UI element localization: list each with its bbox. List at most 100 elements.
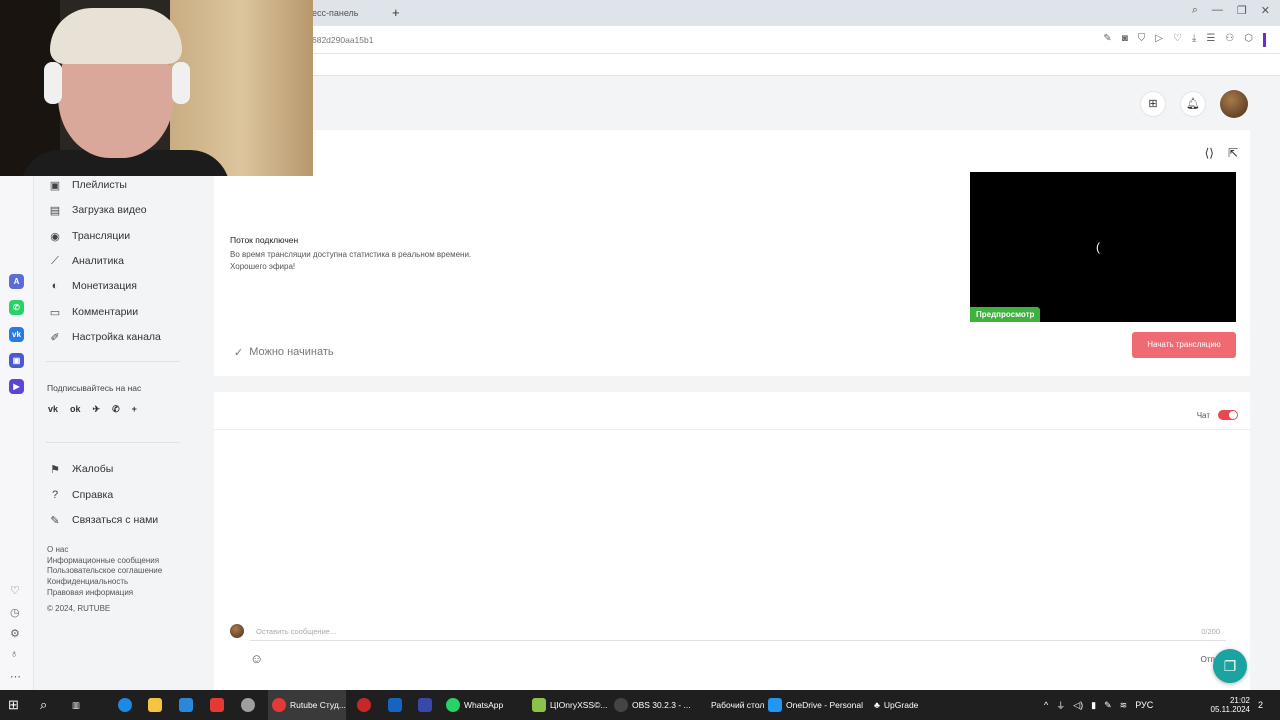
- sidebar-item-contact[interactable]: ✎ Связаться с нами: [48, 511, 158, 529]
- extensions-icon[interactable]: ⬡: [1244, 33, 1253, 47]
- app-icon: [241, 698, 255, 712]
- start-broadcast-button[interactable]: Начать трансляцию: [1132, 332, 1236, 358]
- sidebar-item-help[interactable]: ? Справка: [48, 486, 113, 504]
- viber-icon[interactable]: ✆: [112, 404, 120, 415]
- support-chat-button[interactable]: ❐: [1213, 649, 1247, 683]
- footer-link-legal[interactable]: Правовая информация: [47, 588, 133, 597]
- app-button[interactable]: [241, 690, 255, 720]
- close-button[interactable]: ✕: [1261, 4, 1270, 17]
- play-icon[interactable]: ▷: [1155, 33, 1163, 47]
- mail-icon: [179, 698, 193, 712]
- footer-link-info[interactable]: Информационные сообщения: [47, 556, 159, 565]
- preview-badge: Предпросмотр: [970, 307, 1041, 322]
- minimize-button[interactable]: —: [1212, 4, 1223, 17]
- explorer-button[interactable]: [148, 690, 162, 720]
- chat-header: Чат: [214, 392, 1250, 430]
- sidebar-item-label: Комментарии: [72, 306, 139, 318]
- app-icon-5[interactable]: ▶: [9, 379, 24, 394]
- app-icon-4[interactable]: ▣: [9, 353, 24, 368]
- restore-button[interactable]: ❐: [1237, 4, 1247, 17]
- whatsapp-icon[interactable]: ✆: [9, 300, 24, 315]
- share-icon[interactable]: ⟨⟩: [1205, 146, 1214, 160]
- bell-icon[interactable]: 🔔︎: [1180, 91, 1206, 117]
- sidebar-item-channel-settings[interactable]: ✐ Настройка канала: [48, 328, 161, 346]
- notes-button[interactable]: [388, 690, 402, 720]
- stream-preview[interactable]: ( Предпросмотр: [970, 172, 1236, 322]
- sidebar-item-broadcasts[interactable]: ◉ Трансляции: [48, 227, 130, 245]
- add-button[interactable]: ⊞: [1140, 91, 1166, 117]
- chat-toggle[interactable]: [1218, 410, 1238, 420]
- task-view-button[interactable]: ▥: [72, 690, 80, 720]
- sidebar-item-monetization[interactable]: ◐ Монетизация: [48, 277, 137, 295]
- sidebar-divider: [46, 442, 180, 443]
- start-button[interactable]: ⊞: [8, 690, 19, 720]
- camera-icon[interactable]: ◙: [1122, 33, 1128, 47]
- footer-link-about[interactable]: О нас: [47, 545, 68, 554]
- taskbar-item-whatsapp[interactable]: WhatsApp: [446, 690, 503, 720]
- yandex-icon: [210, 698, 224, 712]
- search-icon[interactable]: ⌕: [1192, 4, 1198, 17]
- opera-icon: [357, 698, 371, 712]
- edit-icon[interactable]: ✎: [1103, 33, 1111, 47]
- favorites-icon[interactable]: ♡: [10, 584, 20, 597]
- more-icon[interactable]: ⋯: [10, 670, 21, 683]
- settings-icon[interactable]: ⚙: [10, 627, 20, 640]
- more-social-icon[interactable]: +: [132, 404, 137, 415]
- download-icon[interactable]: ⤓: [1192, 33, 1196, 47]
- mail-button[interactable]: [179, 690, 193, 720]
- telegram-icon[interactable]: ✈: [93, 404, 101, 415]
- odnoklassniki-icon[interactable]: ok: [70, 404, 81, 415]
- follow-label: Подписывайтесь на нас: [47, 383, 142, 393]
- edge-button[interactable]: [118, 690, 132, 720]
- sidebar-item-comments[interactable]: ▭ Комментарии: [48, 303, 138, 321]
- y-icon: [418, 698, 432, 712]
- chat-label: Чат: [1196, 411, 1210, 420]
- vk-icon[interactable]: vk: [48, 404, 58, 415]
- onedrive-icon: [768, 698, 782, 712]
- search-button[interactable]: ⌕: [40, 690, 47, 720]
- sidebar-item-upload[interactable]: ▤ Загрузка видео: [48, 201, 147, 219]
- tips-icon[interactable]: ♁: [10, 648, 18, 660]
- sidebar-item-analytics[interactable]: ⟋ Аналитика: [48, 252, 124, 270]
- new-tab-button[interactable]: +: [392, 5, 400, 20]
- taskbar-item-rutube[interactable]: Rutube Студ...: [268, 690, 346, 720]
- url-field[interactable]: 682d290aa15b1: [312, 35, 373, 45]
- battery-icon[interactable]: ▮: [1091, 700, 1096, 711]
- taskbar-item-label: Rutube Студ...: [290, 700, 346, 710]
- wifi-icon[interactable]: ≋: [1120, 700, 1128, 711]
- desktop-toolbar[interactable]: Рабочий стол: [711, 690, 764, 720]
- taskbar-item-obs[interactable]: OBS 30.2.3 - ...: [614, 690, 691, 720]
- network-icon[interactable]: ⏚: [1056, 699, 1065, 712]
- sidebar-item-complaints[interactable]: ⚑ Жалобы: [48, 460, 113, 478]
- yandex-button[interactable]: [210, 690, 224, 720]
- shield-icon[interactable]: ⛉: [1138, 33, 1146, 47]
- upgrade-button[interactable]: ♣ UpGrade: [874, 690, 918, 720]
- browser-tab[interactable]: есс-панель: [300, 4, 396, 26]
- list-icon[interactable]: ☰: [1206, 33, 1215, 47]
- volume-icon[interactable]: ◁): [1073, 700, 1083, 711]
- clock[interactable]: 21:02 05.11.2024: [1211, 696, 1250, 714]
- taskbar-item-app[interactable]: ЦIОnryXSS©...: [532, 690, 607, 720]
- app-icon-1[interactable]: A: [9, 274, 24, 289]
- char-counter: 0/200: [1201, 627, 1220, 636]
- upgrade-icon: ♣: [874, 700, 880, 710]
- vk-icon[interactable]: vk: [9, 327, 24, 342]
- sidebar-item-playlists[interactable]: ▣ Плейлисты: [48, 176, 127, 194]
- opera-button[interactable]: [357, 690, 371, 720]
- footer-link-agreement[interactable]: Пользовательское соглашение: [47, 566, 162, 575]
- avatar[interactable]: [1220, 90, 1248, 118]
- pen-icon[interactable]: ✎: [1104, 700, 1112, 711]
- yandex-browser-button[interactable]: [418, 690, 432, 720]
- chat-message-input[interactable]: Оставить сообщение... 0/200: [250, 623, 1226, 641]
- emoji-icon[interactable]: ☺: [250, 651, 263, 666]
- history-icon[interactable]: ◷: [10, 606, 20, 619]
- heart-icon[interactable]: ♡: [1173, 33, 1182, 47]
- onedrive-button[interactable]: OneDrive - Personal: [768, 690, 863, 720]
- chevron-up-icon[interactable]: ^: [1044, 700, 1048, 710]
- external-link-icon[interactable]: ⇱: [1228, 146, 1238, 160]
- footer-link-privacy[interactable]: Конфиденциальность: [47, 577, 128, 586]
- user-icon[interactable]: ⚇: [1225, 33, 1234, 47]
- language-indicator[interactable]: РУС: [1135, 700, 1153, 710]
- notification-center[interactable]: 2: [1258, 690, 1263, 720]
- whatsapp-icon: [446, 698, 460, 712]
